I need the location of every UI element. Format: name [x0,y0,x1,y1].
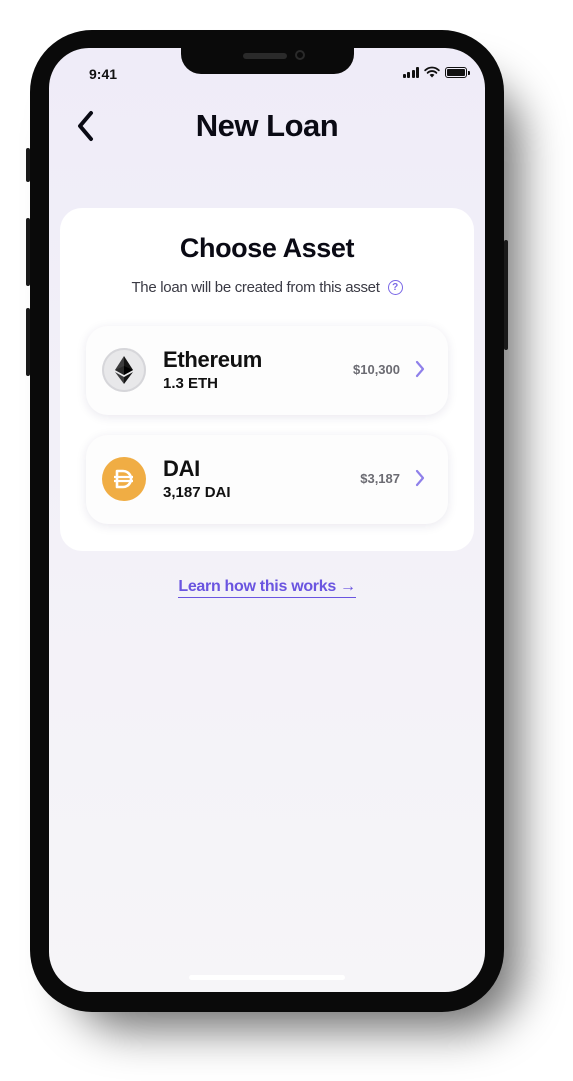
chevron-right-icon [415,360,425,378]
status-time: 9:41 [89,66,118,82]
volume-down-button [26,308,30,376]
asset-value: $10,300 [353,362,400,377]
asset-amount: 3,187 DAI [163,484,231,501]
signal-icon [402,66,419,78]
ethereum-icon [102,348,146,392]
card-title: Choose Asset [179,233,355,263]
app-screen: 9:41 New Loan Choose Asset The loan will… [49,48,485,992]
page-title: New Loan [195,108,339,143]
learn-how-link[interactable]: Learn how this works → [49,578,485,598]
volume-up-button [26,218,30,286]
learn-how-label: Learn how this works [178,578,336,595]
asset-name: Ethereum [163,347,263,372]
battery-icon [445,66,470,78]
card-subtitle: The loan will be created from this asset [131,279,380,296]
asset-item-ethereum[interactable]: Ethereum 1.3 ETH $10,300 [86,326,448,415]
asset-name: DAI [163,456,200,481]
status-icons [402,66,470,78]
choose-asset-card: Choose Asset The loan will be created fr… [60,208,474,551]
dai-icon [102,457,146,501]
wifi-icon [424,66,440,78]
chevron-right-icon [415,469,425,487]
camera [295,50,305,60]
mute-switch [26,148,30,182]
asset-item-dai[interactable]: DAI 3,187 DAI $3,187 [86,435,448,524]
asset-value: $3,187 [360,471,400,486]
asset-amount: 1.3 ETH [163,375,219,392]
notch [181,48,354,74]
help-icon[interactable]: ? [387,280,403,295]
power-button [504,240,508,350]
speaker [243,53,287,59]
card-subtitle-row: The loan will be created from this asset… [60,279,474,296]
arrow-right-icon: → [339,578,356,595]
home-indicator [189,975,345,980]
